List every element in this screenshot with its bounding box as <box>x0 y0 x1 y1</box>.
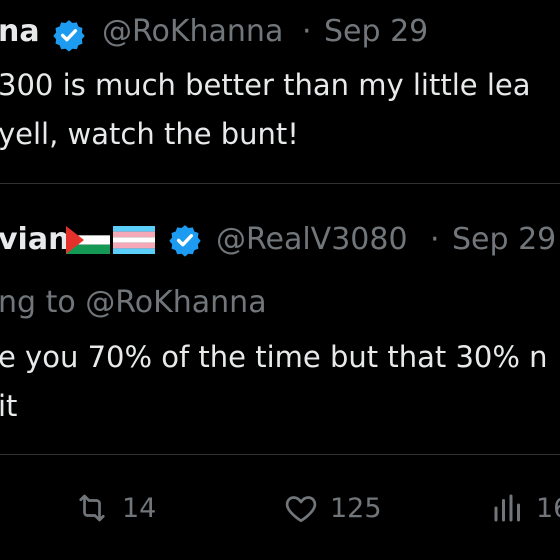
retweet-button[interactable]: 14 <box>72 490 156 526</box>
author-handle[interactable]: @RoKhanna <box>102 14 283 49</box>
views-button[interactable]: 16 <box>490 490 560 526</box>
verified-badge-icon <box>169 225 201 257</box>
retweet-count: 14 <box>122 492 157 524</box>
like-button[interactable]: 125 <box>282 490 382 526</box>
reply-date[interactable]: Sep 29 <box>452 222 556 257</box>
tweet-text-line-2: yell, watch the bunt! <box>0 117 299 151</box>
author-name[interactable]: na <box>0 14 40 49</box>
reply-text-line-2: it <box>0 389 18 423</box>
action-bar-top-border <box>0 454 560 455</box>
date-separator: · <box>302 14 312 49</box>
replying-to-text[interactable]: ng to @RoKhanna <box>0 285 267 320</box>
palestine-flag-icon <box>66 226 110 254</box>
tweet-date[interactable]: Sep 29 <box>324 14 428 49</box>
heart-icon <box>285 496 317 523</box>
date-separator: · <box>430 222 440 257</box>
retweet-icon <box>79 494 105 522</box>
views-count: 16 <box>536 492 560 524</box>
reply-author-name[interactable]: vian <box>0 222 69 257</box>
like-count: 125 <box>330 492 382 524</box>
quote-card-top-border <box>0 183 560 184</box>
trans-flag-icon <box>113 226 155 254</box>
verified-badge-icon <box>53 20 85 52</box>
reply-text-line-1: e you 70% of the time but that 30% n <box>0 340 548 374</box>
views-chart-icon <box>494 494 520 522</box>
tweet-text-line-1: 300 is much better than my little lea <box>0 68 531 102</box>
reply-author-handle[interactable]: @RealV3080 <box>216 222 408 257</box>
